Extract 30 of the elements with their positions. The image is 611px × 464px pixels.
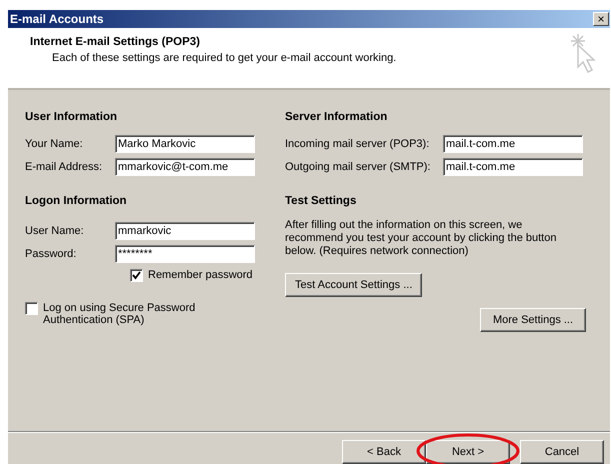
checkbox-label: Remember password [148, 269, 253, 281]
field-label: E-mail Address: [25, 160, 104, 172]
input-field[interactable]: mail.t-com.me [443, 134, 583, 152]
section-heading: Logon Information [25, 195, 128, 207]
checkbox[interactable] [25, 302, 38, 315]
field-label: Incoming mail server (POP3): [285, 138, 430, 150]
window-title: E-mail Accounts [10, 12, 104, 26]
section-heading: Test Settings [285, 195, 358, 207]
page-title: Internet E-mail Settings (POP3) [30, 36, 201, 48]
section-heading: Server Information [285, 111, 388, 123]
test-settings-description: After filling out the information on this screen, we recommend you test your account by clicking the button below. (Requires network connection) [285, 219, 558, 258]
field-label: Outgoing mail server (SMTP): [285, 160, 432, 172]
test-account-settings-button[interactable]: Test Account Settings ... [285, 273, 422, 297]
checkbox[interactable] [130, 269, 143, 282]
field-label: User Name: [25, 224, 85, 236]
wizard-button[interactable]: Cancel [520, 440, 604, 464]
section-heading: User Information [25, 111, 118, 123]
page-subtitle: Each of these settings are required to get your e-mail account working. [52, 52, 396, 64]
input-field[interactable]: ******** [115, 244, 255, 262]
input-field[interactable]: Marko Markovic [115, 134, 255, 152]
input-field[interactable]: mmarkovic@t-com.me [115, 158, 255, 176]
wizard-button[interactable]: < Back [342, 440, 426, 464]
wizard-button[interactable]: Next > [426, 440, 510, 464]
more-settings-button[interactable]: More Settings ... [480, 308, 586, 332]
field-label: Password: [25, 248, 78, 260]
input-field[interactable]: mail.t-com.me [443, 158, 583, 176]
close-button[interactable]: × [593, 12, 609, 26]
field-label: Your Name: [25, 138, 84, 150]
input-field[interactable]: mmarkovic [115, 222, 255, 240]
checkbox-label: Log on using Secure Password Authentication (SPA) [43, 302, 196, 326]
